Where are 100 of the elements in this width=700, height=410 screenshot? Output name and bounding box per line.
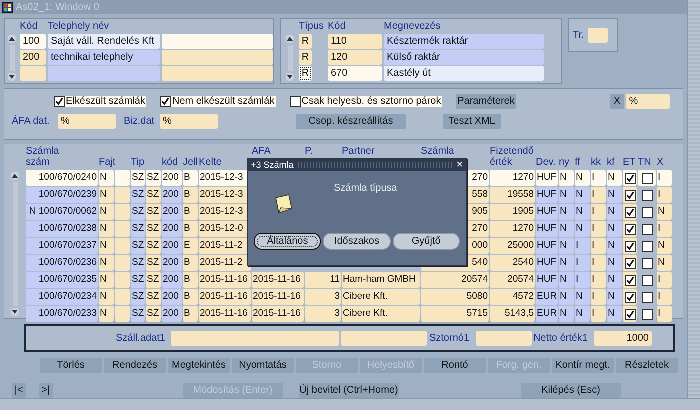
checkbox[interactable]: [642, 190, 652, 200]
table-cell[interactable]: N: [559, 306, 574, 322]
close-button[interactable]: ×: [456, 160, 463, 170]
checkbox[interactable]: [624, 190, 636, 200]
checkbox[interactable]: [642, 258, 652, 268]
table-cell[interactable]: N: [559, 289, 574, 305]
checkbox[interactable]: [624, 240, 636, 252]
table-cell[interactable]: N: [99, 187, 114, 203]
table-cell[interactable]: N: [575, 289, 590, 305]
table-cell[interactable]: 200: [162, 170, 182, 186]
table-cell[interactable]: B: [183, 187, 198, 203]
footer-button[interactable]: Kilépés (Esc): [521, 383, 621, 398]
table-cell[interactable]: N 100/670/0062: [26, 204, 98, 220]
table-cell[interactable]: 100/670/0236: [26, 255, 98, 271]
table-cell[interactable]: 2015-11-2: [199, 255, 251, 271]
table-cell[interactable]: [115, 204, 130, 220]
table-cell[interactable]: N: [99, 255, 114, 271]
table-cell[interactable]: I: [591, 170, 606, 186]
table-cell[interactable]: I: [657, 272, 672, 288]
table-cell[interactable]: 1905: [490, 204, 535, 220]
checkbox[interactable]: [624, 224, 636, 234]
dialog-button[interactable]: Időszakos: [323, 233, 391, 250]
table-cell[interactable]: 3: [305, 289, 341, 305]
table-cell[interactable]: 100/670/0235: [26, 272, 98, 288]
action-button[interactable]: Megtekintés: [168, 358, 230, 373]
dialog-button[interactable]: Gyűjtő: [392, 233, 460, 250]
scrollbar[interactable]: [0, 398, 700, 410]
table-cell[interactable]: 200: [162, 255, 182, 271]
table-cell[interactable]: N: [575, 306, 590, 322]
table-cell[interactable]: N: [607, 221, 622, 237]
table-cell[interactable]: B: [183, 289, 198, 305]
table-cell[interactable]: B: [183, 255, 198, 271]
filter-field[interactable]: %: [626, 94, 670, 108]
checkbox[interactable]: [624, 308, 636, 320]
table-cell[interactable]: 2015-11-16: [252, 306, 304, 322]
table-cell[interactable]: N: [99, 289, 114, 305]
table-cell[interactable]: 2015-11-16: [199, 272, 251, 288]
table-cell[interactable]: [115, 238, 130, 254]
checkbox[interactable]: [624, 172, 636, 184]
table-cell[interactable]: 25000: [490, 238, 535, 254]
table-cell[interactable]: I: [591, 255, 606, 271]
table-cell[interactable]: R: [299, 34, 312, 49]
checkbox[interactable]: [642, 224, 652, 234]
table-cell[interactable]: SZ: [131, 238, 145, 254]
table-cell[interactable]: 5080: [421, 289, 489, 305]
table-cell[interactable]: N: [607, 272, 622, 288]
table-cell[interactable]: 2540: [490, 255, 535, 271]
table-cell[interactable]: Cibere Kft.: [342, 289, 420, 305]
table-cell[interactable]: Ham-ham GMBH: [342, 272, 420, 288]
table-cell[interactable]: 100/670/0239: [26, 187, 98, 203]
table-cell[interactable]: SZ: [131, 255, 145, 271]
checkbox[interactable]: [642, 292, 652, 302]
checkbox[interactable]: [624, 274, 636, 286]
action-button[interactable]: Kontír megt.: [552, 358, 614, 373]
scrollbar[interactable]: [687, 0, 700, 398]
table-cell[interactable]: [115, 221, 130, 237]
table-cell[interactable]: 100/670/0238: [26, 221, 98, 237]
table-cell[interactable]: 11: [305, 272, 341, 288]
scroll-down-icon[interactable]: [8, 73, 16, 81]
table-cell[interactable]: SZ: [146, 221, 161, 237]
table-cell[interactable]: N: [657, 204, 672, 220]
table-cell[interactable]: 19558: [490, 187, 535, 203]
table-cell[interactable]: [20, 66, 46, 81]
scroll-down-icon[interactable]: [286, 73, 294, 81]
table-cell[interactable]: 200: [162, 289, 182, 305]
table-cell[interactable]: HUF: [536, 238, 558, 254]
table-cell[interactable]: SZ: [146, 238, 161, 254]
table-cell[interactable]: B: [183, 272, 198, 288]
table-cell[interactable]: 200: [20, 50, 46, 65]
table-cell[interactable]: I: [657, 289, 672, 305]
table-cell[interactable]: 200: [162, 306, 182, 322]
checkbox[interactable]: [624, 206, 636, 218]
table-cell[interactable]: 100/670/0233: [26, 306, 98, 322]
table-cell[interactable]: 2015-11-16: [252, 289, 304, 305]
text-field[interactable]: [171, 330, 340, 346]
x-button[interactable]: X: [610, 94, 624, 108]
table-cell[interactable]: I: [657, 187, 672, 203]
table-cell[interactable]: N: [607, 289, 622, 305]
table-cell[interactable]: [115, 187, 130, 203]
checkbox[interactable]: [624, 258, 636, 268]
table-cell[interactable]: 200: [162, 238, 182, 254]
table-cell[interactable]: B: [183, 170, 198, 186]
table-cell[interactable]: 100/670/0234: [26, 289, 98, 305]
table-cell[interactable]: N: [99, 221, 114, 237]
table-cell[interactable]: N: [607, 306, 622, 322]
table-cell[interactable]: 1270: [490, 221, 535, 237]
table-cell[interactable]: HUF: [536, 221, 558, 237]
text-field[interactable]: [476, 330, 532, 346]
table-cell[interactable]: 200: [162, 204, 182, 220]
table-cell[interactable]: N: [657, 238, 672, 254]
action-button[interactable]: Rendezés: [104, 358, 166, 373]
table-cell[interactable]: N: [559, 255, 574, 271]
nav-button[interactable]: |<: [12, 383, 26, 398]
table-cell[interactable]: 3: [305, 306, 341, 322]
table-cell[interactable]: I: [657, 170, 672, 186]
action-button[interactable]: Törlés: [40, 358, 102, 373]
checkbox[interactable]: [160, 96, 172, 106]
table-cell[interactable]: Külső raktár: [384, 50, 544, 65]
action-button[interactable]: Rontó: [424, 358, 486, 373]
checkbox[interactable]: [642, 240, 652, 252]
